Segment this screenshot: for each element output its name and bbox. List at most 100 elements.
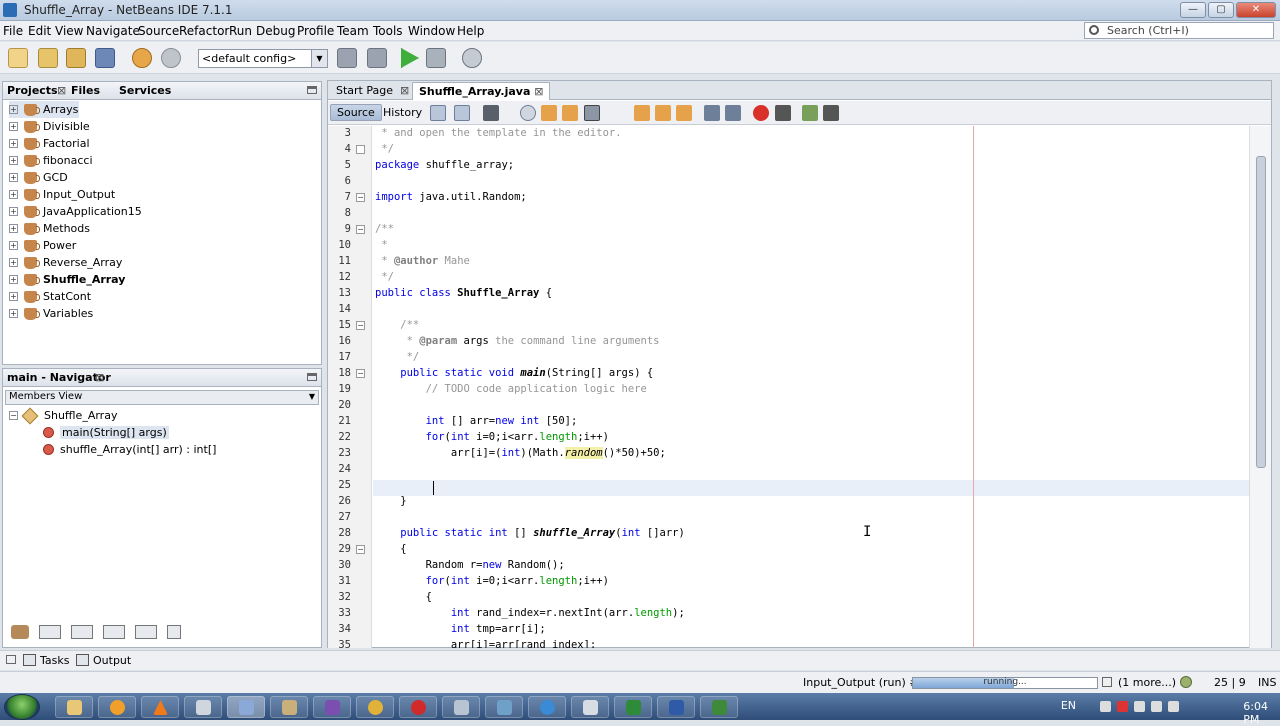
last-edit-icon[interactable] (430, 105, 446, 121)
menu-team[interactable]: Team (337, 24, 369, 38)
undo-icon[interactable] (132, 48, 152, 68)
forward-icon[interactable] (483, 105, 499, 121)
volume-icon[interactable] (1151, 701, 1162, 712)
comment-icon[interactable] (802, 105, 818, 121)
menu-refactor[interactable]: Refactor (179, 24, 229, 38)
menu-help[interactable]: Help (457, 24, 484, 38)
build-hammer-icon[interactable] (337, 48, 357, 68)
new-project-icon[interactable] (38, 48, 58, 68)
taskbar-app[interactable] (184, 696, 222, 718)
previous-bookmark-icon[interactable] (634, 105, 650, 121)
project-item[interactable]: + Variables (9, 305, 93, 322)
code-area[interactable]: * and open the template in the editor. *… (373, 126, 1249, 648)
network-icon[interactable] (1134, 701, 1145, 712)
expand-icon[interactable]: + (9, 156, 18, 165)
tab-services[interactable]: Services (119, 84, 171, 97)
find-previous-icon[interactable] (541, 105, 557, 121)
shift-left-icon[interactable] (704, 105, 720, 121)
tab-close-icon[interactable]: ⊠ (534, 85, 543, 98)
minimize-button[interactable]: — (1180, 2, 1206, 18)
fold-toggle-icon[interactable]: − (356, 369, 365, 378)
run-icon[interactable] (401, 48, 419, 68)
source-view-button[interactable]: Source (330, 104, 382, 121)
menu-window[interactable]: Window (408, 24, 455, 38)
next-bookmark-icon[interactable] (655, 105, 671, 121)
uncomment-icon[interactable] (823, 105, 839, 121)
minimize-panel-icon[interactable] (307, 373, 317, 381)
tasks-tab[interactable]: Tasks (40, 654, 69, 667)
tray-icon[interactable] (1100, 701, 1111, 712)
stop-macro-icon[interactable] (775, 105, 791, 121)
taskbar-app[interactable] (528, 696, 566, 718)
menu-file[interactable]: File (3, 24, 23, 38)
project-item-main[interactable]: + Shuffle_Array (9, 271, 125, 288)
navigator-class[interactable]: − Shuffle_Array (9, 407, 117, 424)
taskbar-media[interactable] (98, 696, 136, 718)
project-item[interactable]: + StatCont (9, 288, 91, 305)
collapse-icon[interactable]: − (9, 411, 18, 420)
fold-toggle-icon[interactable]: − (356, 321, 365, 330)
expand-icon[interactable]: + (9, 292, 18, 301)
menu-navigate[interactable]: Navigate (86, 24, 140, 38)
filter-icon[interactable] (11, 625, 29, 639)
open-project-icon[interactable] (66, 48, 86, 68)
cancel-task-icon[interactable] (1102, 677, 1112, 687)
taskbar-app[interactable] (485, 696, 523, 718)
taskbar-word[interactable] (657, 696, 695, 718)
tray-icons[interactable] (1100, 701, 1220, 713)
config-select[interactable]: <default config> ▼ (198, 49, 328, 68)
battery-icon[interactable] (1168, 701, 1179, 712)
menu-view[interactable]: View (55, 24, 83, 38)
running-task-label[interactable]: Input_Output (run) #2 (803, 676, 925, 689)
output-tab[interactable]: Output (93, 654, 131, 667)
language-indicator[interactable]: EN (1061, 699, 1076, 712)
members-view-select[interactable]: Members View ▼ (5, 390, 319, 405)
save-all-icon[interactable] (95, 48, 115, 68)
expand-icon[interactable]: + (9, 309, 18, 318)
project-item[interactable]: + JavaApplication15 (9, 203, 142, 220)
taskbar-chrome[interactable] (356, 696, 394, 718)
expand-icon[interactable]: + (9, 207, 18, 216)
expand-icon[interactable]: + (9, 173, 18, 182)
find-icon[interactable] (520, 105, 536, 121)
scrollbar-thumb[interactable] (1256, 156, 1266, 468)
filter-inherited-icon[interactable] (135, 625, 157, 639)
tray-icon[interactable] (1117, 701, 1128, 712)
filter-static-icon[interactable] (71, 625, 93, 639)
project-item[interactable]: + Methods (9, 220, 90, 237)
tab-files[interactable]: Files (71, 84, 100, 97)
menu-run[interactable]: Run (229, 24, 252, 38)
tab-projects[interactable]: Projects (7, 84, 58, 97)
project-item[interactable]: + Factorial (9, 135, 90, 152)
project-item[interactable]: + Input_Output (9, 186, 115, 203)
clean-build-icon[interactable] (367, 48, 387, 68)
taskbar-app[interactable] (700, 696, 738, 718)
expand-icon[interactable]: + (9, 241, 18, 250)
taskbar-excel[interactable] (614, 696, 652, 718)
back-icon[interactable] (454, 105, 470, 121)
shift-right-icon[interactable] (725, 105, 741, 121)
tab-projects-close-icon[interactable]: ⊠ (57, 84, 66, 97)
sort-icon[interactable] (167, 625, 181, 639)
menu-edit[interactable]: Edit (28, 24, 51, 38)
maximize-button[interactable]: ▢ (1208, 2, 1234, 18)
project-item[interactable]: + Arrays (9, 101, 79, 118)
expand-icon[interactable]: + (9, 258, 18, 267)
taskbar-netbeans[interactable] (227, 696, 265, 718)
taskbar-opera[interactable] (399, 696, 437, 718)
project-item[interactable]: + fibonacci (9, 152, 93, 169)
project-item[interactable]: + GCD (9, 169, 68, 186)
expand-icon[interactable]: + (9, 122, 18, 131)
navigator-member[interactable]: shuffle_Array(int[] arr) : int[] (43, 441, 216, 458)
fold-end-icon[interactable] (356, 145, 365, 154)
notification-icon[interactable] (1180, 676, 1192, 688)
project-item[interactable]: + Divisible (9, 118, 90, 135)
navigator-close-icon[interactable]: ⊠ (95, 371, 104, 384)
redo-icon[interactable] (161, 48, 181, 68)
expand-icon[interactable]: + (9, 224, 18, 233)
filter-nonpublic-icon[interactable] (103, 625, 125, 639)
navigator-member[interactable]: main(String[] args) (43, 424, 169, 441)
expand-icon[interactable]: + (9, 275, 18, 284)
taskbar-explorer[interactable] (55, 696, 93, 718)
search-input[interactable]: Search (Ctrl+I) (1084, 22, 1274, 39)
